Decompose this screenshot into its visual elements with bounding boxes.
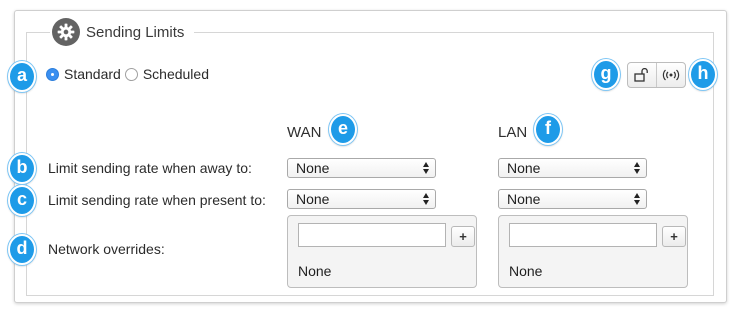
away-rate-label: Limit sending rate when away to:	[48, 160, 252, 176]
network-overrides-label: Network overrides:	[48, 241, 165, 257]
wan-away-select[interactable]: None	[287, 158, 436, 178]
section-header: Sending Limits	[50, 16, 195, 48]
select-arrows-icon	[423, 193, 430, 205]
standard-radio-label[interactable]: Standard	[64, 66, 121, 82]
wireless-button[interactable]	[656, 63, 685, 87]
wan-away-select-value: None	[296, 160, 330, 176]
section-title: Sending Limits	[86, 23, 185, 41]
schedule-mode-radio-group: Standard Scheduled	[46, 66, 213, 82]
lan-present-select-value: None	[507, 191, 541, 207]
callout-e: e	[329, 114, 357, 145]
wan-column-header: WAN	[287, 124, 322, 141]
wan-add-override-button[interactable]: +	[451, 226, 475, 247]
gear-icon	[52, 18, 80, 46]
lan-present-select[interactable]: None	[498, 189, 647, 209]
scheduled-radio[interactable]	[124, 67, 138, 81]
unlock-button[interactable]	[628, 63, 656, 87]
lan-overrides-box: + None	[498, 215, 688, 288]
present-rate-label: Limit sending rate when present to:	[48, 192, 266, 208]
standard-radio[interactable]	[46, 67, 59, 81]
callout-g: g	[592, 59, 620, 90]
wireless-icon	[662, 69, 680, 81]
wan-overrides-list-value: None	[298, 263, 332, 279]
scheduled-radio-label[interactable]: Scheduled	[143, 66, 209, 82]
lan-overrides-list-value: None	[509, 263, 543, 279]
callout-d: d	[8, 234, 36, 265]
callout-f: f	[534, 114, 562, 145]
select-arrows-icon	[634, 162, 641, 174]
lan-add-override-button[interactable]: +	[662, 226, 686, 247]
callout-c: c	[8, 185, 36, 216]
toolbar-button-group	[627, 62, 686, 88]
lan-away-select[interactable]: None	[498, 158, 647, 178]
lan-override-input[interactable]	[509, 223, 657, 247]
select-arrows-icon	[423, 162, 430, 174]
select-arrows-icon	[634, 193, 641, 205]
lan-column-header: LAN	[498, 124, 528, 141]
unlock-icon	[634, 68, 648, 82]
callout-a: a	[8, 61, 36, 92]
lan-away-select-value: None	[507, 160, 541, 176]
wan-override-input[interactable]	[298, 223, 446, 247]
callout-h: h	[689, 59, 717, 90]
wan-present-select-value: None	[296, 191, 330, 207]
wan-overrides-box: + None	[287, 215, 477, 288]
wan-present-select[interactable]: None	[287, 189, 436, 209]
callout-b: b	[8, 153, 36, 184]
